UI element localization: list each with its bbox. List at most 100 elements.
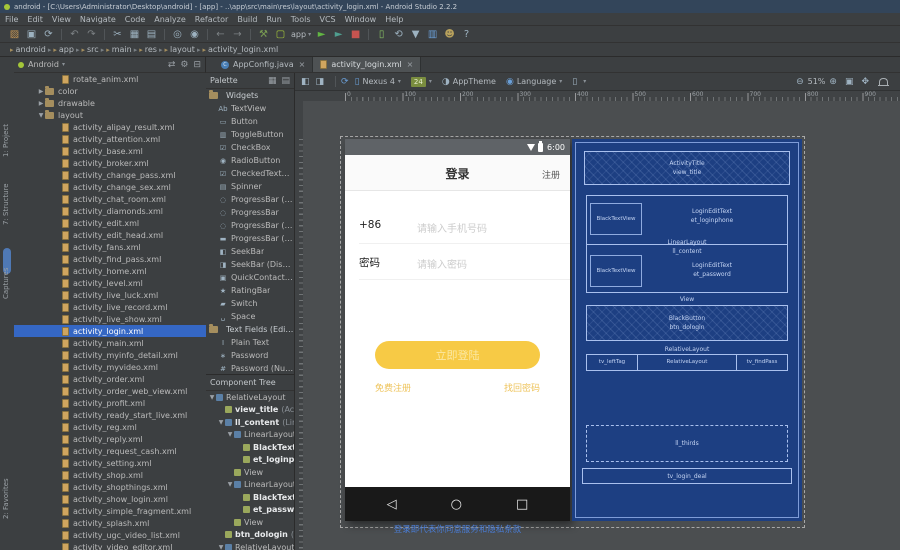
- blueprint-tv-lefttag[interactable]: tv_leftTag: [587, 355, 638, 370]
- tree-item-activity-edit-head-xml[interactable]: activity_edit_head.xml: [14, 229, 206, 241]
- palette-item-seekbar-discrete[interactable]: ◨SeekBar (Discrete): [206, 258, 294, 271]
- stop-icon[interactable]: ■: [347, 26, 364, 43]
- menu-code[interactable]: Code: [125, 15, 145, 24]
- find-password-link[interactable]: 找回密码: [504, 381, 540, 394]
- breadcrumb-android[interactable]: ▸android: [10, 45, 46, 54]
- back-nav-icon[interactable]: ◁: [387, 497, 397, 512]
- palette-item-textview[interactable]: AbTextView: [206, 102, 294, 115]
- tree-item-activity-alipay-result-xml[interactable]: activity_alipay_result.xml: [14, 121, 206, 133]
- tree-item-activity-broker-xml[interactable]: activity_broker.xml: [14, 157, 206, 169]
- tree-item-activity-reply-xml[interactable]: activity_reply.xml: [14, 433, 206, 445]
- home-nav-icon[interactable]: ○: [451, 497, 462, 512]
- component-btn-dologin[interactable]: btn_dologin(Black: [206, 529, 294, 542]
- cut-icon[interactable]: ✂: [109, 26, 126, 43]
- run-config-label[interactable]: app: [291, 30, 306, 39]
- redo-icon[interactable]: ↷: [83, 26, 100, 43]
- breadcrumb-src[interactable]: ▸src: [81, 45, 98, 54]
- component-linearlayout[interactable]: ▼LinearLayout: [206, 479, 294, 492]
- palette-item-spinner[interactable]: ▤Spinner: [206, 180, 294, 193]
- copy-icon[interactable]: ▦: [126, 26, 143, 43]
- device-selector[interactable]: ▯ Nexus 4 ▾: [355, 77, 401, 87]
- menu-run[interactable]: Run: [266, 15, 281, 24]
- menu-tools[interactable]: Tools: [291, 15, 311, 24]
- palette-item-seekbar[interactable]: ◧SeekBar: [206, 245, 294, 258]
- tree-item-activity-chat-room-xml[interactable]: activity_chat_room.xml: [14, 193, 206, 205]
- android-monitor-icon[interactable]: ▥: [424, 26, 441, 43]
- gradle-sync-icon[interactable]: ⟲: [390, 26, 407, 43]
- tree-item-activity-edit-xml[interactable]: activity_edit.xml: [14, 217, 206, 229]
- palette-item-space[interactable]: ␣Space: [206, 310, 294, 323]
- replace-icon[interactable]: ◉: [186, 26, 203, 43]
- component-linearlayout[interactable]: ▼LinearLayout: [206, 429, 294, 442]
- blueprint-et-loginphone[interactable]: LoginEditText et_loginphone: [632, 207, 792, 225]
- blueprint-tv-findpass[interactable]: tv_findPass: [737, 355, 787, 370]
- palette-item-plain-text[interactable]: IPlain Text: [206, 336, 294, 349]
- tab-activity-login-xml[interactable]: activity_login.xml×: [313, 57, 421, 72]
- breadcrumb-layout[interactable]: ▸layout: [164, 45, 194, 54]
- tree-item-activity-shop-xml[interactable]: activity_shop.xml: [14, 469, 206, 481]
- tree-item-activity-live-luck-xml[interactable]: activity_live_luck.xml: [14, 289, 206, 301]
- tree-item-drawable[interactable]: ▶drawable: [14, 97, 206, 109]
- tab-close-icon[interactable]: ×: [407, 60, 414, 69]
- blueprint-ll-thirds[interactable]: ll_thirds: [586, 425, 788, 462]
- palette-item-progressbar-small[interactable]: ◌ProgressBar (Small): [206, 219, 294, 232]
- orientation-icon[interactable]: ⟳: [341, 77, 349, 87]
- debug-icon[interactable]: ►: [330, 26, 347, 43]
- tree-item-rotate-anim-xml[interactable]: rotate_anim.xml: [14, 73, 206, 85]
- blueprint-et-password[interactable]: LoginEditText et_password: [632, 261, 792, 279]
- palette-group-widgets[interactable]: Widgets: [206, 89, 294, 102]
- menu-window[interactable]: Window: [345, 15, 377, 24]
- notifications-bell-icon[interactable]: [879, 78, 888, 85]
- paste-icon[interactable]: ▤: [143, 26, 160, 43]
- blueprint-mode-icon[interactable]: ◨: [316, 77, 325, 87]
- tree-item-color[interactable]: ▶color: [14, 85, 206, 97]
- tree-item-activity-ready-start-live-xml[interactable]: activity_ready_start_live.xml: [14, 409, 206, 421]
- blueprint-btn-dologin[interactable]: BlackButton btn_dologin: [586, 305, 788, 341]
- find-icon[interactable]: ◎: [169, 26, 186, 43]
- tree-arrow-icon[interactable]: ▶: [37, 100, 45, 107]
- undo-icon[interactable]: ↶: [66, 26, 83, 43]
- component-view-title[interactable]: view_title(Activity: [206, 404, 294, 417]
- blueprint-middle-relativelayout[interactable]: RelativeLayout: [638, 355, 737, 370]
- tree-item-activity-main-xml[interactable]: activity_main.xml: [14, 337, 206, 349]
- palette-item-progressbar[interactable]: ◌ProgressBar: [206, 206, 294, 219]
- breadcrumb-res[interactable]: ▸res: [139, 45, 157, 54]
- tree-item-activity-request-cash-xml[interactable]: activity_request_cash.xml: [14, 445, 206, 457]
- component-view[interactable]: View: [206, 466, 294, 479]
- palette-group-text-fields-edittext[interactable]: Text Fields (EditText): [206, 323, 294, 336]
- tab-close-icon[interactable]: ×: [299, 60, 306, 69]
- tool-strip-7-structure[interactable]: 7: Structure: [2, 183, 10, 225]
- grid-view-icon[interactable]: ▦: [268, 76, 277, 86]
- menu-help[interactable]: Help: [385, 15, 403, 24]
- component-et-passwor[interactable]: et_passwor: [206, 504, 294, 517]
- menu-file[interactable]: File: [5, 15, 18, 24]
- collapse-all-icon[interactable]: ⊟: [193, 60, 201, 70]
- tree-item-activity-fans-xml[interactable]: activity_fans.xml: [14, 241, 206, 253]
- menu-vcs[interactable]: VCS: [320, 15, 336, 24]
- tree-item-activity-order-xml[interactable]: activity_order.xml: [14, 373, 206, 385]
- tree-item-activity-level-xml[interactable]: activity_level.xml: [14, 277, 206, 289]
- menu-view[interactable]: View: [52, 15, 71, 24]
- tree-item-activity-splash-xml[interactable]: activity_splash.xml: [14, 517, 206, 529]
- breadcrumb-activity-login-xml[interactable]: ▸activity_login.xml: [202, 45, 278, 54]
- palette-item-button[interactable]: ▭Button: [206, 115, 294, 128]
- breadcrumb-main[interactable]: ▸main: [106, 45, 132, 54]
- tree-item-activity-find-pass-xml[interactable]: activity_find_pass.xml: [14, 253, 206, 265]
- list-view-icon[interactable]: ▤: [281, 76, 290, 86]
- palette-item-password[interactable]: ∗Password: [206, 349, 294, 362]
- pan-icon[interactable]: ✥: [861, 77, 869, 87]
- palette-item-quickcontactbadge[interactable]: ▣QuickContactBadge: [206, 271, 294, 284]
- dropdown-caret-icon[interactable]: ▾: [308, 31, 311, 38]
- tree-item-activity-attention-xml[interactable]: activity_attention.xml: [14, 133, 206, 145]
- tree-item-activity-shopthings-xml[interactable]: activity_shopthings.xml: [14, 481, 206, 493]
- component-blacktextvi[interactable]: BlackTextVi: [206, 441, 294, 454]
- tree-item-activity-change-sex-xml[interactable]: activity_change_sex.xml: [14, 181, 206, 193]
- palette-item-checkedtextview[interactable]: ☑CheckedTextView: [206, 167, 294, 180]
- free-register-link[interactable]: 免费注册: [375, 381, 411, 394]
- tree-item-activity-order-web-view-xml[interactable]: activity_order_web_view.xml: [14, 385, 206, 397]
- palette-item-togglebutton[interactable]: ▥ToggleButton: [206, 128, 294, 141]
- tree-item-activity-simple-fragment-xml[interactable]: activity_simple_fragment.xml: [14, 505, 206, 517]
- tree-item-activity-live-record-xml[interactable]: activity_live_record.xml: [14, 301, 206, 313]
- tree-item-activity-profit-xml[interactable]: activity_profit.xml: [14, 397, 206, 409]
- component-arrow-icon[interactable]: ▼: [217, 419, 225, 426]
